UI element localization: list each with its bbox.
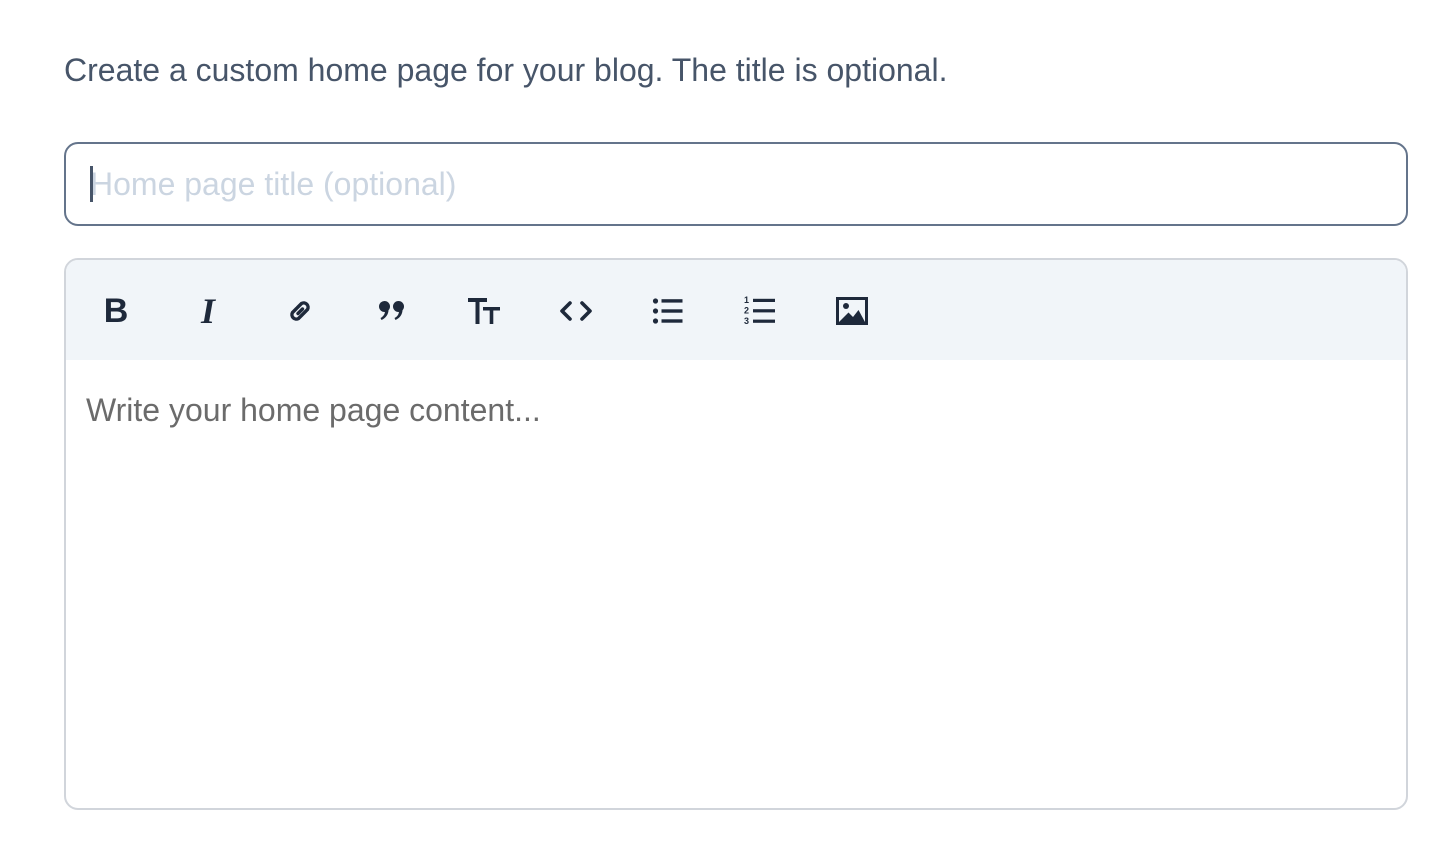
link-icon — [290, 301, 310, 321]
italic-button[interactable]: I — [182, 285, 234, 337]
editor-content-area[interactable]: Write your home page content... — [66, 360, 1406, 808]
numbered-list-button[interactable]: 1 2 3 — [734, 285, 786, 337]
quote-button[interactable] — [366, 285, 418, 337]
svg-text:3: 3 — [744, 316, 749, 326]
home-page-title-input[interactable] — [64, 142, 1408, 226]
code-button[interactable] — [550, 285, 602, 337]
bold-button[interactable]: B — [90, 285, 142, 337]
content-placeholder: Write your home page content... — [86, 392, 541, 428]
quote-icon — [379, 301, 404, 320]
home-page-editor: Create a custom home page for your blog.… — [0, 0, 1452, 848]
svg-text:2: 2 — [744, 306, 749, 316]
content-editor: B I 1 2 3 Write your home page content..… — [64, 258, 1408, 810]
numbered-list-icon: 1 2 3 — [744, 295, 775, 326]
code-icon — [560, 301, 592, 321]
heading-button[interactable] — [458, 285, 510, 337]
editor-toolbar: B I 1 2 3 — [66, 260, 1406, 360]
intro-text: Create a custom home page for your blog.… — [64, 52, 948, 88]
bullet-list-button[interactable] — [642, 285, 694, 337]
italic-icon: I — [200, 291, 215, 331]
heading-icon — [468, 298, 500, 324]
link-button[interactable] — [274, 285, 326, 337]
text-caret — [90, 166, 93, 202]
bold-icon: B — [103, 292, 129, 330]
bullet-list-icon — [652, 298, 683, 324]
svg-text:1: 1 — [744, 295, 749, 305]
image-button[interactable] — [826, 285, 878, 337]
image-icon — [836, 297, 868, 325]
